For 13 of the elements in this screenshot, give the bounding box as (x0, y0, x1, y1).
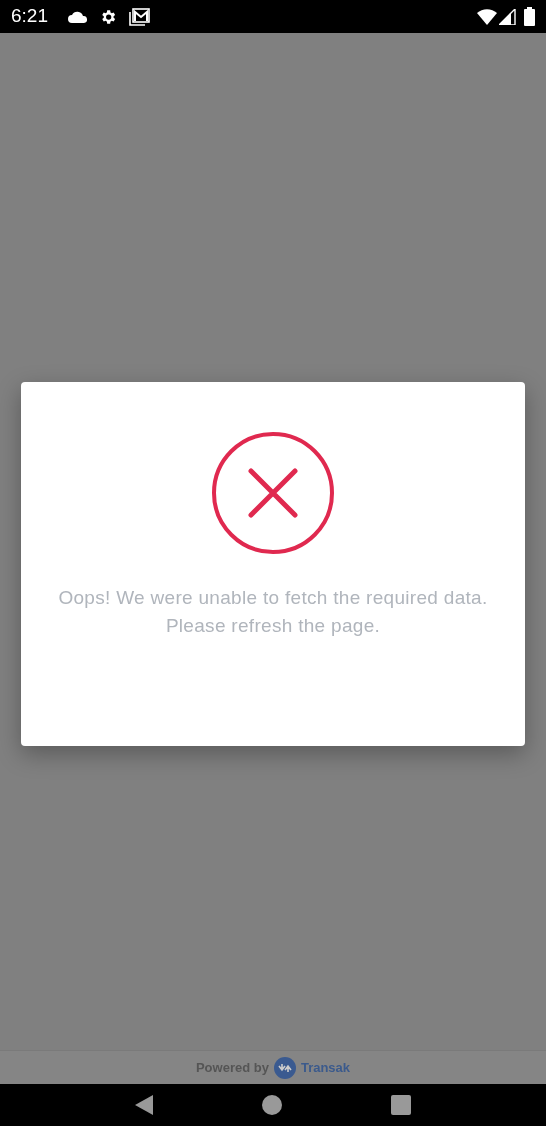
back-icon[interactable] (134, 1095, 153, 1115)
recents-icon[interactable] (391, 1095, 412, 1115)
signal-icon (499, 8, 516, 25)
mail-icon (129, 7, 150, 26)
logo-icon (273, 1056, 296, 1079)
status-time: 6:21 (11, 4, 48, 29)
error-message: Oops! We were unable to fetch the required data. Please refresh the page. (57, 586, 489, 638)
home-icon[interactable] (262, 1095, 282, 1115)
wifi-icon (477, 8, 497, 25)
cloud-icon (68, 10, 88, 23)
battery-icon (524, 7, 535, 26)
error-icon (212, 432, 334, 554)
brand-name: Transak (300, 1058, 351, 1077)
